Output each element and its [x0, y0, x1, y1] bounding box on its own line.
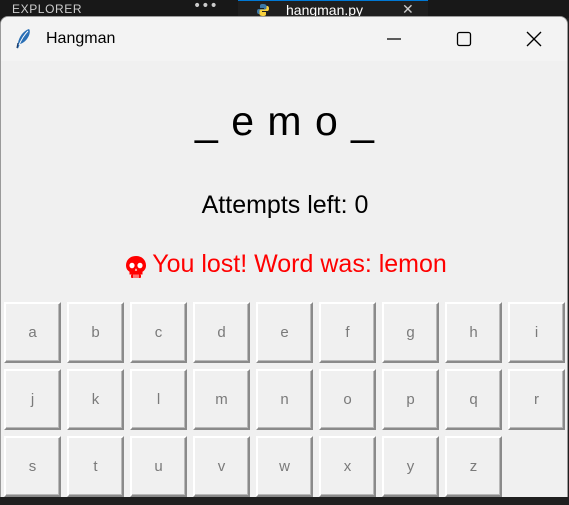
key-p[interactable]: p	[382, 369, 439, 430]
python-file-icon	[257, 4, 269, 16]
maximize-button[interactable]	[429, 17, 499, 61]
window-title: Hangman	[46, 30, 116, 47]
key-l[interactable]: l	[130, 369, 187, 430]
key-v[interactable]: v	[193, 436, 250, 497]
key-c[interactable]: c	[130, 302, 187, 363]
editor-bottom-edge	[0, 497, 569, 505]
minimize-icon	[387, 38, 401, 40]
key-g[interactable]: g	[382, 302, 439, 363]
key-h[interactable]: h	[445, 302, 502, 363]
key-r[interactable]: r	[508, 369, 565, 430]
close-button[interactable]	[499, 17, 567, 61]
key-j[interactable]: j	[4, 369, 61, 430]
hangman-window: Hangman _ e m o _ Attempts left: 0 You l…	[0, 16, 568, 502]
key-f[interactable]: f	[319, 302, 376, 363]
key-a[interactable]: a	[4, 302, 61, 363]
key-k[interactable]: k	[67, 369, 124, 430]
key-y[interactable]: y	[382, 436, 439, 497]
key-z[interactable]: z	[445, 436, 502, 497]
key-m[interactable]: m	[193, 369, 250, 430]
key-t[interactable]: t	[67, 436, 124, 497]
title-bar[interactable]: Hangman	[1, 17, 567, 61]
key-i[interactable]: i	[508, 302, 565, 363]
word-display: _ e m o _	[195, 98, 375, 144]
key-n[interactable]: n	[256, 369, 313, 430]
maximize-icon	[456, 31, 472, 47]
attempts-label: Attempts left: 0	[201, 191, 369, 219]
explorer-header: EXPLORER	[12, 2, 83, 16]
key-u[interactable]: u	[130, 436, 187, 497]
close-icon	[526, 31, 542, 47]
key-d[interactable]: d	[193, 302, 250, 363]
key-q[interactable]: q	[445, 369, 502, 430]
minimize-button[interactable]	[359, 17, 429, 61]
key-e[interactable]: e	[256, 302, 313, 363]
key-o[interactable]: o	[319, 369, 376, 430]
explorer-more-icon[interactable]: •••	[193, 0, 218, 14]
game-status: You lost! Word was: lemon	[1, 248, 567, 280]
skull-icon	[126, 256, 147, 278]
key-s[interactable]: s	[4, 436, 61, 497]
key-w[interactable]: w	[256, 436, 313, 497]
feather-icon	[16, 29, 30, 49]
letter-keyboard: a b c d e f g h i j k l m n o p q r s t …	[4, 302, 567, 500]
key-b[interactable]: b	[67, 302, 124, 363]
status-message: You lost! Word was: lemon	[152, 249, 447, 278]
key-x[interactable]: x	[319, 436, 376, 497]
